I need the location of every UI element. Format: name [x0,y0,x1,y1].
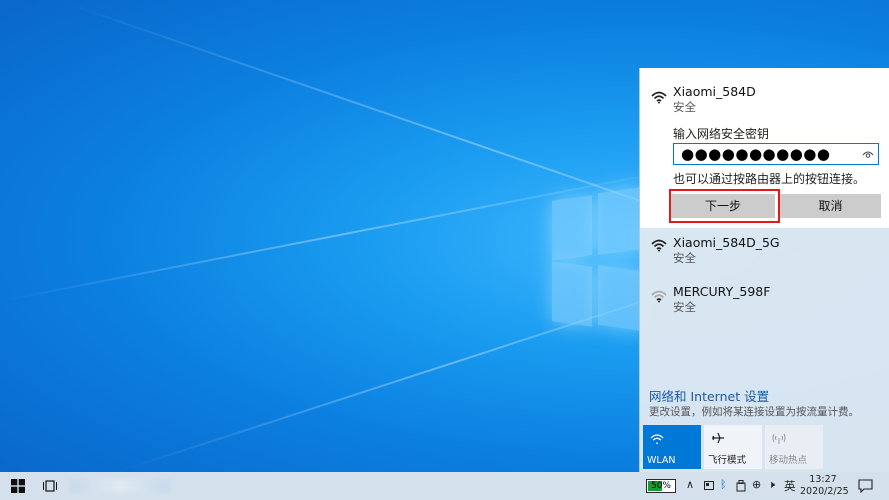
touchpad-icon[interactable] [704,481,714,490]
quick-action-airplane-mode[interactable]: 飞行模式 [704,425,762,469]
volume-icon[interactable]: 🕨 [768,478,775,492]
battery-percent: 50% [650,481,671,491]
key-prompt-label: 输入网络安全密钥 [673,127,770,141]
network-name: MERCURY_598F [673,284,771,299]
chevron-up-icon[interactable]: ∧ [686,478,694,491]
wifi-icon [650,434,664,445]
airplane-icon [712,432,724,444]
blurred-taskbar-apps [70,479,170,493]
usb-device-icon[interactable] [736,480,746,492]
network-globe-icon[interactable]: ⊕ [752,478,761,491]
taskbar: 50% ∧ ᛒ ⊕ 🕨 英 13:27 2020/2/25 [0,472,889,500]
windows-logo-wallpaper [552,186,642,332]
reveal-password-icon[interactable] [862,150,874,160]
wifi-weak-icon [651,290,667,303]
network-security: 安全 [673,251,696,265]
quick-action-label: 飞行模式 [708,455,747,466]
network-name: Xiaomi_584D [673,84,756,99]
quick-action-wlan[interactable]: WLAN [643,425,701,469]
cancel-button[interactable]: 取消 [780,194,881,218]
network-name: Xiaomi_584D_5G [673,235,780,250]
input-method-indicator[interactable]: 英 [784,478,796,494]
wifi-icon [651,239,667,252]
network-settings-subtitle: 更改设置，例如将某连接设置为按流量计费。 [649,406,859,418]
network-settings-link[interactable]: 网络和 Internet 设置 [649,386,769,405]
network-security: 安全 [673,300,696,314]
network-item-xiaomi-584d[interactable]: Xiaomi_584D 安全 输入网络安全密钥 ●●●●●●●●●●● 也可以通… [640,68,889,228]
windows-start-icon[interactable] [11,479,25,493]
bluetooth-icon[interactable]: ᛒ [720,478,727,491]
notification-center-icon[interactable] [858,479,873,493]
quick-action-label: WLAN [647,455,676,466]
quick-action-label: 移动热点 [769,455,808,466]
clock-date: 2020/2/25 [800,486,849,497]
router-button-hint: 也可以通过按路由器上的按钮连接。 [673,172,866,186]
clock-time: 13:27 [809,474,837,485]
task-view-icon[interactable] [43,479,57,493]
network-flyout: Xiaomi_584D 安全 输入网络安全密钥 ●●●●●●●●●●● 也可以通… [639,68,889,472]
battery-indicator[interactable]: 50% [646,479,676,493]
hotspot-icon [772,433,786,444]
annotation-highlight-box [669,189,780,223]
password-input[interactable]: ●●●●●●●●●●● [673,143,879,165]
password-value: ●●●●●●●●●●● [681,145,831,163]
clock[interactable]: 13:27 2020/2/25 [800,474,849,498]
quick-action-mobile-hotspot[interactable]: 移动热点 [765,425,823,469]
network-security: 安全 [673,100,696,114]
wifi-icon [651,91,667,104]
